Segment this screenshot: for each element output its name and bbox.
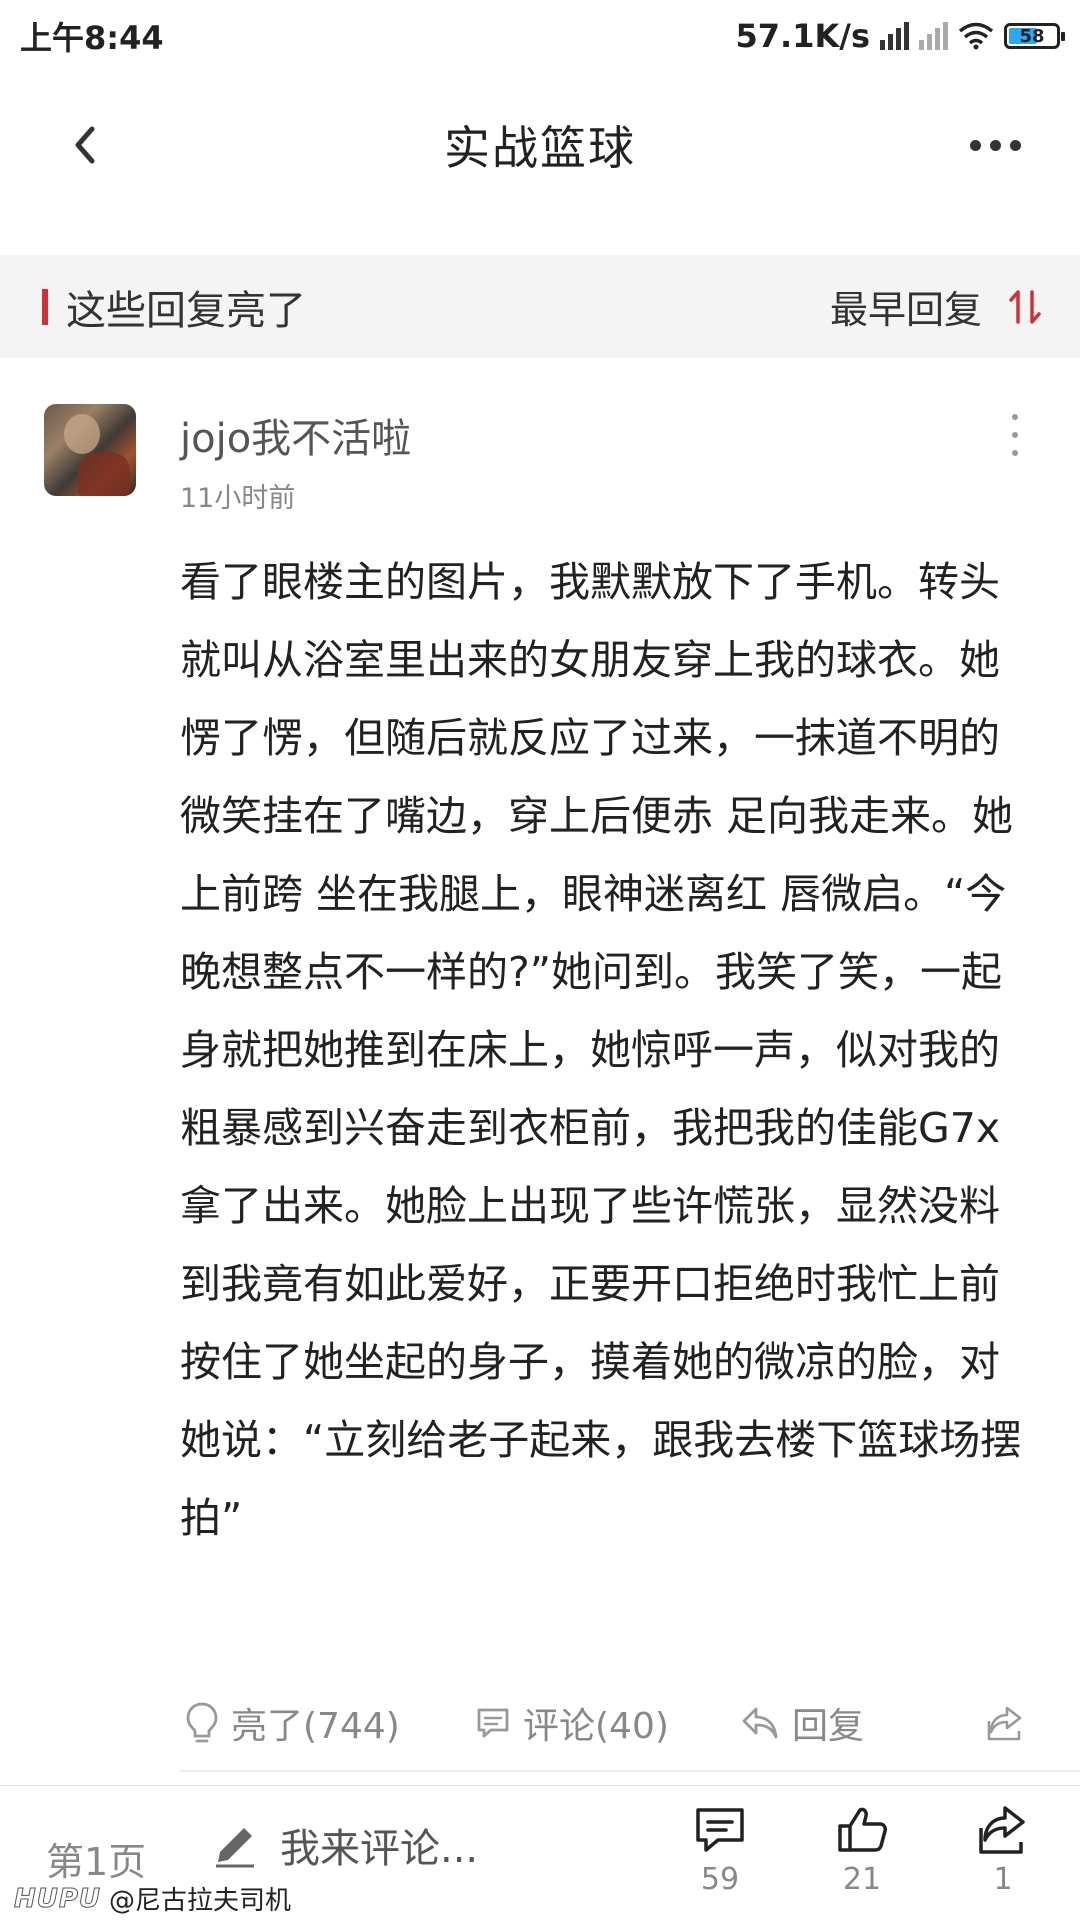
- reply-icon: [742, 1707, 778, 1739]
- post-time: 11小时前: [180, 483, 296, 514]
- section-header: 这些回复亮了 最早回复: [0, 255, 1080, 358]
- reply-button[interactable]: 回复: [740, 1697, 864, 1749]
- share-icon: [987, 1706, 1022, 1741]
- post-body: 看了眼楼主的图片，我默默放下了手机。转头就叫从浴室里出来的女朋友穿上我的球衣。她…: [180, 558, 1022, 1542]
- more-button[interactable]: [955, 115, 1035, 175]
- menu-dot-icon: [1012, 432, 1018, 438]
- watermark: HUPU @尼古拉夫司机: [13, 1880, 292, 1917]
- more-dot-icon: [969, 139, 981, 151]
- status-time: 上午8:44: [20, 19, 164, 57]
- battery-level: 58: [1019, 25, 1045, 47]
- comment-input[interactable]: 我来评论...: [210, 1816, 478, 1874]
- comment-label: 评论(40): [523, 1706, 669, 1747]
- section-accent-bar: [42, 288, 48, 325]
- reply-label: 回复: [792, 1706, 865, 1747]
- share-button[interactable]: [985, 1703, 1025, 1743]
- more-dot-icon: [1009, 139, 1021, 151]
- comment-icon: [477, 1708, 509, 1738]
- watermark-text: @尼古拉夫司机: [109, 1886, 292, 1916]
- share-icon: [979, 1806, 1025, 1854]
- page: 上午8:44 57.1K/s 58 实战篮球 这些回复亮了 最早回复 jojo我…: [0, 0, 1080, 1920]
- thumbs-up-icon: [838, 1807, 887, 1852]
- status-right: 57.1K/s 58: [735, 17, 1065, 55]
- menu-dot-icon: [1012, 414, 1018, 420]
- section-title-group: 这些回复亮了: [42, 278, 306, 336]
- top-nav: 实战篮球: [0, 90, 1080, 200]
- watermark-logo: HUPU: [13, 1883, 102, 1914]
- lightbulb-icon: [186, 1702, 218, 1743]
- avatar[interactable]: [44, 404, 136, 496]
- more-dot-icon: [989, 139, 1001, 151]
- wifi-icon: [958, 22, 994, 50]
- share-post-button[interactable]: 1: [963, 1804, 1043, 1897]
- comments-count: 59: [700, 1862, 740, 1897]
- pencil-icon: [216, 1828, 254, 1868]
- page-title: 实战篮球: [444, 121, 636, 175]
- share-count: 1: [993, 1862, 1013, 1897]
- page-number[interactable]: 第1页: [46, 1831, 146, 1886]
- comment-button[interactable]: 评论(40): [475, 1697, 669, 1749]
- signal-2-icon: [919, 22, 948, 50]
- sort-label: 最早回复: [829, 288, 982, 332]
- comments-button[interactable]: 59: [680, 1804, 760, 1897]
- likes-count: 21: [842, 1862, 882, 1897]
- comments-icon: [696, 1808, 744, 1852]
- divider: [180, 1770, 1080, 1772]
- chevron-left-icon: [75, 126, 95, 164]
- menu-dot-icon: [1012, 450, 1018, 456]
- back-button[interactable]: [55, 115, 115, 175]
- username[interactable]: jojo我不活啦: [180, 406, 411, 464]
- like-button[interactable]: 21: [822, 1804, 902, 1897]
- signal-icon: [880, 22, 909, 50]
- light-button[interactable]: 亮了(744): [185, 1697, 400, 1749]
- sort-arrows-icon: [1009, 289, 1041, 324]
- comment-placeholder: 我来评论...: [280, 1826, 479, 1872]
- section-title: 这些回复亮了: [66, 287, 306, 334]
- light-label: 亮了(744): [231, 1706, 400, 1747]
- sort-toggle[interactable]: 最早回复: [830, 279, 1042, 334]
- net-speed: 57.1K/s: [735, 17, 870, 55]
- status-bar: 上午8:44 57.1K/s 58: [0, 0, 1080, 72]
- post-menu-button[interactable]: [1005, 410, 1025, 460]
- battery-icon: 58: [1004, 23, 1065, 49]
- post-actions: 亮了(744) 评论(40) 回复: [180, 1688, 1040, 1758]
